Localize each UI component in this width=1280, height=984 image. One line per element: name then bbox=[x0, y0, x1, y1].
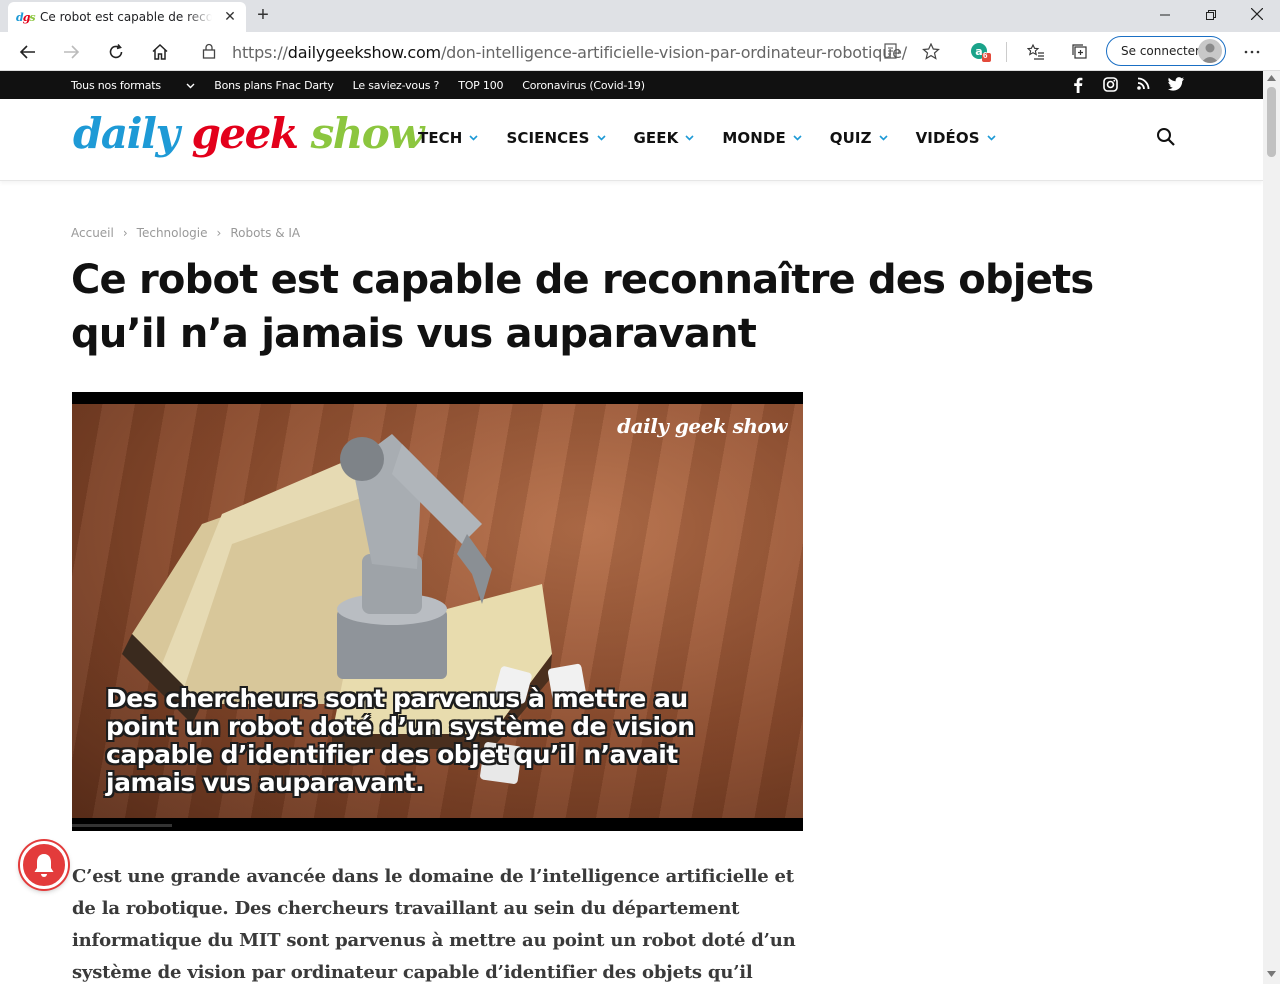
nav-item-quiz[interactable]: QUIZ bbox=[830, 129, 888, 147]
settings-more-button[interactable] bbox=[1238, 38, 1266, 66]
extension-badge: 6 bbox=[983, 51, 988, 60]
topbar-link-bons-plans[interactable]: Bons plans Fnac Darty bbox=[214, 79, 334, 92]
url-text[interactable]: https://dailygeekshow.com/don-intelligen… bbox=[232, 43, 907, 62]
new-tab-button[interactable]: + bbox=[252, 4, 274, 26]
browser-titlebar: dgs Ce robot est capable de reconnaître … bbox=[0, 0, 1280, 32]
tab-title: Ce robot est capable de reconnaître des … bbox=[40, 10, 212, 24]
extension-icon: a bbox=[971, 43, 991, 62]
breadcrumb-home[interactable]: Accueil bbox=[71, 226, 114, 240]
nav-item-monde-label: MONDE bbox=[722, 129, 786, 147]
breadcrumb-technologie[interactable]: Technologie bbox=[137, 226, 208, 240]
extension-button[interactable]: a 6 bbox=[966, 38, 994, 66]
topbar-link-formats-label: Tous nos formats bbox=[71, 78, 161, 92]
article-video[interactable]: daily geek show Des chercheurs sont parv… bbox=[72, 392, 803, 831]
nav-item-sciences[interactable]: SCIENCES bbox=[506, 129, 606, 147]
close-window-button[interactable] bbox=[1234, 0, 1280, 32]
topbar-link-coronavirus[interactable]: Coronavirus (Covid-19) bbox=[522, 79, 645, 92]
chevron-down-icon bbox=[596, 135, 606, 141]
main-navigation: daily geek show TECH SCIENCES GEEK MONDE… bbox=[0, 99, 1263, 181]
topbar-link-formats[interactable]: Tous nos formats bbox=[71, 79, 195, 92]
favorite-star-icon[interactable] bbox=[922, 43, 940, 60]
sign-in-button[interactable]: Se connecter bbox=[1106, 36, 1226, 66]
collections-button[interactable] bbox=[1066, 38, 1094, 66]
browser-tab[interactable]: dgs Ce robot est capable de reconnaître … bbox=[8, 2, 246, 32]
chevron-down-icon bbox=[793, 135, 802, 141]
nav-item-tech[interactable]: TECH bbox=[418, 129, 479, 147]
breadcrumb-separator: › bbox=[216, 226, 222, 240]
breadcrumb-robots-ia[interactable]: Robots & IA bbox=[230, 226, 300, 240]
video-progress-bar[interactable] bbox=[72, 824, 172, 827]
url-scheme: https:// bbox=[232, 43, 288, 62]
top-bar: Tous nos formats Bons plans Fnac Darty L… bbox=[0, 71, 1263, 99]
forward-arrow-icon bbox=[64, 45, 80, 59]
scroll-down-icon[interactable] bbox=[1267, 971, 1276, 977]
site-favicon-icon: dgs bbox=[16, 10, 36, 24]
logo-part-show: show bbox=[310, 109, 425, 158]
top-bar-links: Tous nos formats Bons plans Fnac Darty L… bbox=[71, 71, 664, 99]
nav-item-quiz-label: QUIZ bbox=[829, 129, 872, 147]
topbar-link-saviez-vous[interactable]: Le saviez-vous ? bbox=[353, 79, 440, 92]
article-lead: C’est une grande avancée dans le domaine… bbox=[72, 866, 796, 983]
profile-avatar-icon bbox=[1198, 39, 1222, 63]
site-logo[interactable]: daily geek show bbox=[73, 109, 425, 158]
notification-bell-button[interactable] bbox=[20, 841, 68, 889]
favorites-list-icon bbox=[1027, 43, 1044, 60]
logo-part-daily: daily bbox=[73, 109, 180, 158]
nav-item-geek-label: GEEK bbox=[633, 129, 679, 147]
nav-item-monde[interactable]: MONDE bbox=[722, 129, 802, 147]
nav-item-geek[interactable]: GEEK bbox=[634, 129, 695, 147]
home-icon bbox=[152, 43, 168, 60]
back-button[interactable] bbox=[14, 38, 42, 66]
chevron-down-icon bbox=[685, 135, 694, 141]
browser-toolbar: https://dailygeekshow.com/don-intelligen… bbox=[0, 32, 1280, 71]
toolbar-divider bbox=[1006, 42, 1007, 62]
video-frame[interactable]: daily geek show Des chercheurs sont parv… bbox=[72, 404, 803, 818]
minimize-button[interactable] bbox=[1142, 0, 1188, 32]
chevron-down-icon bbox=[879, 135, 888, 141]
svg-text:a: a bbox=[975, 45, 982, 58]
refresh-icon bbox=[109, 43, 123, 59]
nav-item-videos-label: VIDÉOS bbox=[915, 129, 980, 147]
breadcrumb-separator: › bbox=[122, 226, 128, 240]
search-icon[interactable] bbox=[1156, 127, 1176, 147]
page-scrollbar[interactable] bbox=[1263, 71, 1280, 984]
tab-close-icon[interactable]: ✕ bbox=[222, 8, 238, 24]
collections-icon bbox=[1072, 44, 1087, 59]
chevron-down-icon bbox=[186, 83, 195, 88]
chevron-down-icon bbox=[469, 135, 479, 141]
nav-item-videos[interactable]: VIDÉOS bbox=[916, 129, 996, 147]
video-watermark: daily geek show bbox=[617, 414, 787, 438]
more-dots-icon bbox=[1244, 50, 1260, 54]
rss-icon[interactable] bbox=[1137, 77, 1150, 90]
url-host: dailygeekshow.com bbox=[287, 43, 441, 62]
bell-icon bbox=[34, 854, 54, 877]
scrollbar-thumb[interactable] bbox=[1267, 87, 1276, 157]
nav-item-tech-label: TECH bbox=[418, 129, 463, 147]
favorites-button[interactable] bbox=[1022, 38, 1050, 66]
logo-part-geek: geek bbox=[191, 109, 299, 158]
forward-button[interactable] bbox=[57, 38, 85, 66]
chevron-down-icon bbox=[987, 135, 996, 141]
lock-icon bbox=[202, 43, 216, 59]
read-aloud-icon[interactable] bbox=[884, 43, 902, 60]
twitter-icon[interactable] bbox=[1168, 77, 1184, 91]
nav-menu: TECH SCIENCES GEEK MONDE QUIZ VIDÉOS bbox=[418, 129, 1024, 147]
breadcrumb: Accueil › Technologie › Robots & IA bbox=[71, 226, 300, 240]
refresh-button[interactable] bbox=[102, 38, 130, 66]
topbar-link-top100[interactable]: TOP 100 bbox=[458, 79, 503, 92]
restore-button[interactable] bbox=[1188, 0, 1234, 32]
home-button[interactable] bbox=[146, 38, 174, 66]
scroll-up-icon[interactable] bbox=[1267, 75, 1276, 81]
url-path: /don-intelligence-artificielle-vision-pa… bbox=[440, 43, 907, 62]
video-caption: Des chercheurs sont parvenus à mettre au… bbox=[106, 684, 695, 797]
instagram-icon[interactable] bbox=[1103, 77, 1118, 92]
facebook-icon[interactable] bbox=[1073, 77, 1083, 93]
sign-in-label: Se connecter bbox=[1121, 44, 1200, 58]
page-viewport: Tous nos formats Bons plans Fnac Darty L… bbox=[0, 71, 1263, 984]
nav-item-sciences-label: SCIENCES bbox=[506, 129, 590, 147]
back-arrow-icon bbox=[19, 45, 35, 59]
address-bar[interactable]: https://dailygeekshow.com/don-intelligen… bbox=[188, 36, 952, 67]
article-title: Ce robot est capable de reconnaître des … bbox=[71, 257, 1094, 357]
